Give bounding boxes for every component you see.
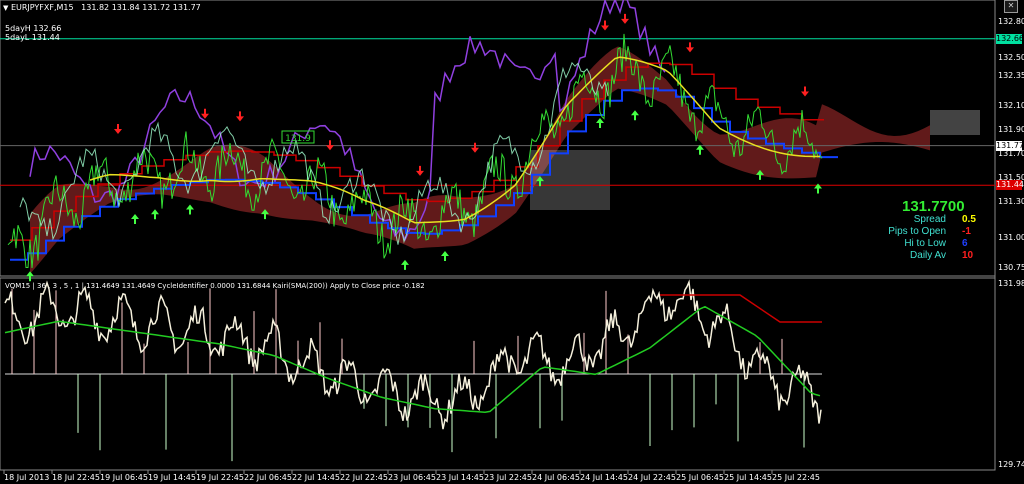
y-tick: 132.80 <box>998 17 1024 26</box>
x-tick: 23 Jul 06:45 <box>388 473 436 482</box>
window-header: ▼ EURJPYFXF,M15 131.82 131.84 131.72 131… <box>3 3 201 12</box>
x-tick: 25 Jul 22:45 <box>772 473 820 482</box>
x-tick: 25 Jul 06:45 <box>676 473 724 482</box>
y-tick: 132.35 <box>998 71 1024 80</box>
cloud-white-patch-right <box>930 110 980 135</box>
price-box-label: 131.9 <box>285 134 311 144</box>
sub-y-bottom: 129.749 <box>998 460 1024 469</box>
x-tick: 19 Jul 22:45 <box>196 473 244 482</box>
close-x-icon[interactable]: ✕ <box>1004 0 1018 13</box>
x-tick: 22 Jul 06:45 <box>244 473 292 482</box>
y-tick: 131.30 <box>998 197 1024 206</box>
dropdown-triangle-icon[interactable]: ▼ <box>3 4 8 12</box>
ohlc-values: 131.82 131.84 131.72 131.77 <box>81 3 201 12</box>
x-tick: 22 Jul 14:45 <box>292 473 340 482</box>
info-value: -1 <box>962 226 971 237</box>
x-tick: 19 Jul 06:45 <box>100 473 148 482</box>
y-tick: 132.50 <box>998 53 1024 62</box>
info-value: 10 <box>962 250 974 261</box>
info-value: 6 <box>962 238 968 249</box>
symbol-label: EURJPYFXF,M15 <box>10 3 74 12</box>
x-tick: 19 Jul 14:45 <box>148 473 196 482</box>
x-tick: 25 Jul 14:45 <box>724 473 772 482</box>
x-tick: 24 Jul 14:45 <box>580 473 628 482</box>
price-tag: 131.77 <box>996 140 1024 151</box>
x-tick: 22 Jul 22:45 <box>340 473 388 482</box>
price-tag: 131.44 <box>996 180 1024 191</box>
info-label: Daily Av <box>910 250 946 261</box>
y-tick: 131.00 <box>998 233 1024 242</box>
y-tick: 130.75 <box>998 263 1024 272</box>
y-tick: 132.10 <box>998 101 1024 110</box>
x-tick: 23 Jul 14:45 <box>436 473 484 482</box>
x-tick: 18 Jul 22:45 <box>52 473 100 482</box>
subpanel-header: VQM15 | 36 , 3 , 5 , 1 | 131.4649 131.46… <box>5 282 425 290</box>
price-tag: 132.66 <box>996 33 1024 44</box>
chart-window: 131.9 ▼ EURJPYFXF,M15 131.82 131.84 131.… <box>0 0 1024 484</box>
x-tick: 18 Jul 2013 <box>4 473 50 482</box>
x-tick: 23 Jul 22:45 <box>484 473 532 482</box>
five-day-high-label: 5dayH 132.66 <box>5 24 62 33</box>
info-label: Spread <box>913 214 946 225</box>
info-label: Hi to Low <box>904 238 946 249</box>
info-value: 0.5 <box>962 214 976 225</box>
sub-y-top: 131.984 <box>998 279 1024 288</box>
y-tick: 131.90 <box>998 125 1024 134</box>
x-tick: 24 Jul 06:45 <box>532 473 580 482</box>
chart-canvas[interactable]: 131.9 <box>0 0 1024 484</box>
info-label: Pips to Open <box>888 226 946 237</box>
current-price-display: 131.7700 <box>902 198 965 215</box>
x-tick: 24 Jul 22:45 <box>628 473 676 482</box>
five-day-low-label: 5dayL 131.44 <box>5 33 60 42</box>
